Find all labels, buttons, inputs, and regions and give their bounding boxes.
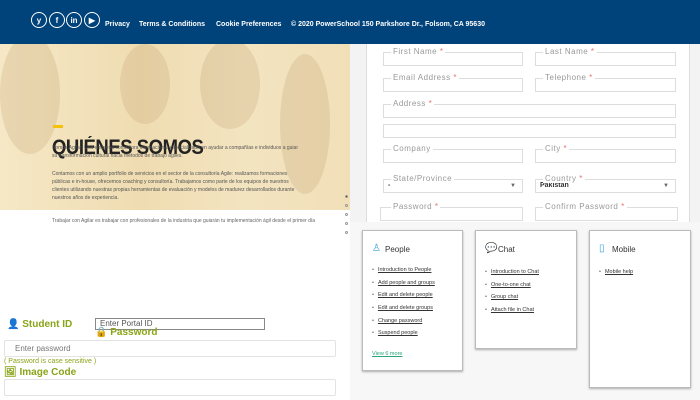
password-input[interactable]: Enter password xyxy=(4,340,336,357)
hero-paragraph-1: Somos Agilar. Una empresa consultora int… xyxy=(52,145,298,159)
list-item[interactable]: Group chat xyxy=(485,294,539,307)
cookie-preferences-link[interactable]: Cookie Preferences xyxy=(216,21,281,28)
slider-dot[interactable] xyxy=(345,222,348,225)
chat-card: 💬 Chat Introduction to Chat One-to-one c… xyxy=(475,230,577,349)
card-title: Chat xyxy=(498,245,515,254)
youtube-icon[interactable]: ▶ xyxy=(84,12,100,28)
chevron-down-icon: ▼ xyxy=(663,183,669,189)
mobile-icon: ▯ xyxy=(599,243,605,254)
email-label: Email Address * xyxy=(391,73,459,82)
chevron-down-icon: ▼ xyxy=(510,183,516,189)
confirm-password-label: Confirm Password * xyxy=(543,202,627,211)
hero-paragraph-3: Trabajar con Agilar es trabajar con prof… xyxy=(52,218,316,224)
first-name-label: First Name * xyxy=(391,47,446,56)
slider-dot[interactable] xyxy=(345,231,348,234)
list-item[interactable]: Introduction to Chat xyxy=(485,269,539,282)
image-icon: 🖼 xyxy=(4,367,17,378)
last-name-label: Last Name * xyxy=(543,47,597,56)
card-title: Mobile xyxy=(612,245,636,254)
list-item[interactable]: One-to-one chat xyxy=(485,282,539,295)
state-label: State/Province xyxy=(391,174,455,183)
password-label: 🔒 Password xyxy=(95,327,158,338)
linkedin-icon[interactable]: in xyxy=(66,12,82,28)
person-icon: ♙ xyxy=(372,243,381,254)
city-label: City * xyxy=(543,144,570,153)
facebook-icon[interactable]: f xyxy=(49,12,65,28)
telephone-label: Telephone * xyxy=(543,73,595,82)
registration-form: First Name * Last Name * Email Address *… xyxy=(366,44,690,222)
list-item[interactable]: Edit and delete groups xyxy=(372,305,435,318)
view-more-link[interactable]: View 6 more xyxy=(372,351,402,357)
privacy-link[interactable]: Privacy xyxy=(105,21,130,28)
footer-bar: y f in ▶ Privacy Terms & Conditions Cook… xyxy=(0,0,700,44)
user-icon: 👤 xyxy=(7,319,20,330)
copyright-text: © 2020 PowerSchool 150 Parkshore Dr., Fo… xyxy=(291,21,485,28)
country-label: Country * xyxy=(543,174,585,183)
list-item[interactable]: Edit and delete people xyxy=(372,292,435,305)
lock-icon: 🔒 xyxy=(95,327,108,338)
company-label: Company xyxy=(391,144,433,153)
password-label: Password * xyxy=(391,202,441,211)
image-code-input[interactable] xyxy=(4,379,336,396)
password-hint: ( Password is case sensitive ) xyxy=(4,358,97,365)
list-item[interactable]: Change password xyxy=(372,318,435,331)
list-item[interactable]: Introduction to People xyxy=(372,267,435,280)
people-card: ♙ People Introduction to People Add peop… xyxy=(362,230,463,371)
list-item[interactable]: Mobile help xyxy=(599,269,633,282)
address-line-2-input[interactable] xyxy=(383,124,676,138)
student-id-label: 👤 Student ID xyxy=(7,319,73,330)
title-accent-bar xyxy=(53,125,63,128)
slider-dot[interactable] xyxy=(345,204,348,207)
chat-icon: 💬 xyxy=(485,243,498,254)
hero-paragraph-2: Contamos con un amplio portfolio de serv… xyxy=(52,171,295,201)
list-item[interactable]: Suspend people xyxy=(372,330,435,343)
terms-link[interactable]: Terms & Conditions xyxy=(139,21,205,28)
image-code-label: 🖼 Image Code xyxy=(4,367,77,378)
list-item[interactable]: Add people and groups xyxy=(372,280,435,293)
card-title: People xyxy=(385,245,410,254)
mobile-card: ▯ Mobile Mobile help xyxy=(589,230,691,388)
slider-dot-active[interactable] xyxy=(345,195,348,198)
list-item[interactable]: Attach file in Chat xyxy=(485,307,539,320)
about-hero: QUIÉNES SOMOS Somos Agilar. Una empresa … xyxy=(0,44,350,210)
twitter-icon[interactable]: y xyxy=(31,12,47,28)
address-label: Address * xyxy=(391,99,435,108)
slider-dot[interactable] xyxy=(345,213,348,216)
